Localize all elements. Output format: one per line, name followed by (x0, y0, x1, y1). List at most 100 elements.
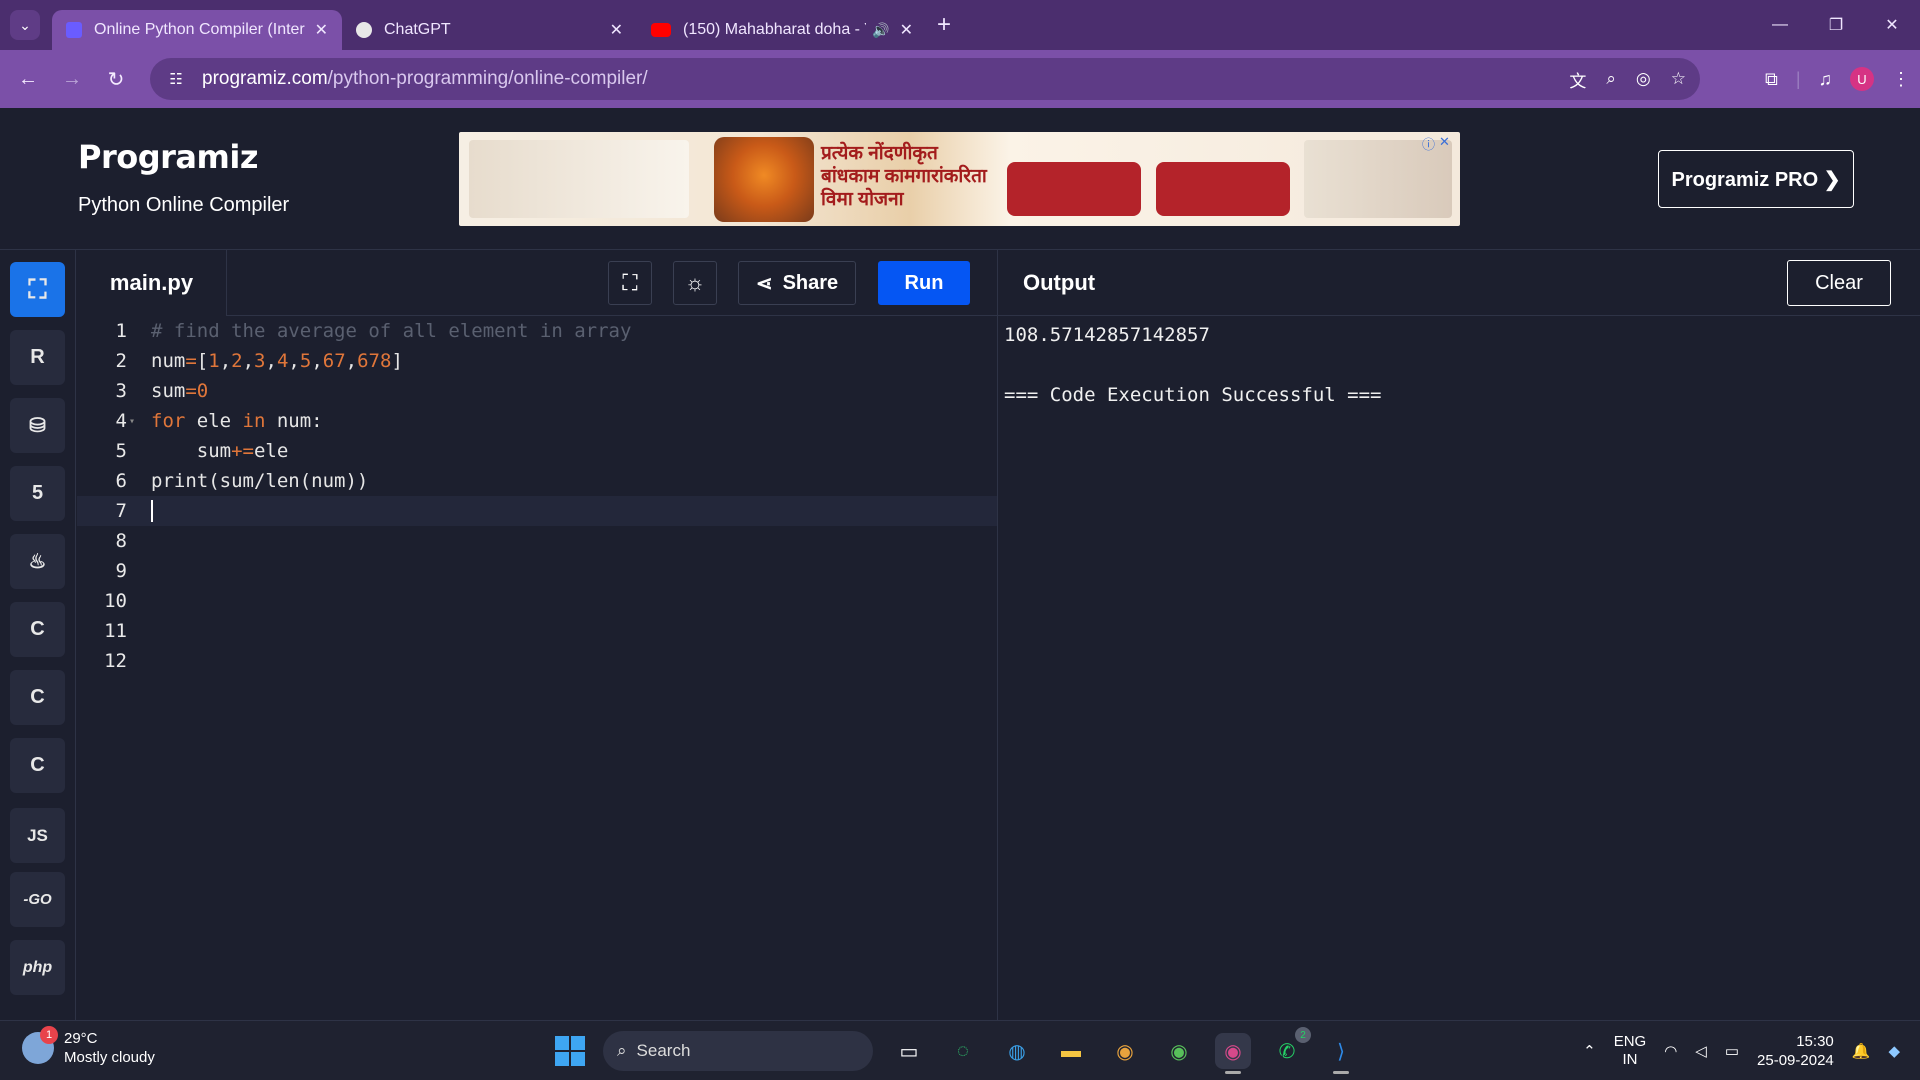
close-tab-icon[interactable]: ✕ (900, 20, 913, 40)
url-text[interactable]: programiz.com/python-programming/online-… (202, 68, 648, 90)
task-view-icon[interactable]: ▭ (891, 1033, 927, 1069)
media-control-icon[interactable]: ♫ (1819, 69, 1833, 90)
battery-icon[interactable]: ▭ (1725, 1042, 1739, 1060)
programiz-pro-button[interactable]: Programiz PRO ❯ (1658, 150, 1854, 208)
lang-js[interactable]: JS (10, 808, 65, 863)
line-number: 11 (104, 620, 127, 642)
file-explorer-icon[interactable]: ▬ (1053, 1033, 1089, 1069)
lang-cpp[interactable]: C (10, 670, 65, 725)
speaker-icon[interactable]: 🔊 (872, 22, 889, 39)
run-button[interactable]: Run (878, 261, 970, 305)
lang-java[interactable]: ♨ (10, 534, 65, 589)
volume-icon[interactable]: ◁ (1695, 1042, 1707, 1060)
lang-csharp[interactable]: C (10, 738, 65, 793)
new-tab-button[interactable]: + (937, 11, 951, 39)
address-bar[interactable]: ☷ programiz.com/python-programming/onlin… (150, 58, 1700, 100)
code-line: 12 (77, 646, 997, 676)
language-indicator[interactable]: ENG IN (1614, 1033, 1647, 1069)
code-text: # find the average of all element in arr… (151, 320, 632, 342)
code-area[interactable]: 1 # find the average of all element in ar… (77, 316, 997, 1020)
eye-off-icon[interactable]: ◎ (1636, 69, 1651, 89)
cloud-icon: 1 (22, 1026, 58, 1064)
back-icon[interactable]: ← (8, 59, 48, 99)
lang-python[interactable]: ⛶ (10, 262, 65, 317)
cpp-icon: C (30, 686, 45, 708)
taskbar-search[interactable]: ⌕ Search (603, 1031, 873, 1071)
chevron-down-icon: ⌄ (19, 16, 31, 33)
code-line: 10 (77, 586, 997, 616)
programiz-logo[interactable]: Programiz (78, 138, 258, 176)
go-icon: -GO (23, 891, 52, 908)
weather-widget[interactable]: 1 29°C Mostly cloudy (22, 1026, 155, 1067)
notification-bell-icon[interactable]: 🔔 (1852, 1042, 1871, 1060)
extensions-icon[interactable]: ⧉ (1765, 69, 1778, 90)
lang-c[interactable]: C (10, 602, 65, 657)
window-controls: — ❐ ✕ (1752, 0, 1920, 50)
lang-html[interactable]: 5 (10, 466, 65, 521)
close-tab-icon[interactable]: ✕ (610, 20, 623, 40)
restore-icon[interactable]: ❐ (1808, 0, 1864, 50)
tab-programiz[interactable]: Online Python Compiler (Interp ✕ (52, 10, 342, 50)
code-text: for ele in num: (151, 410, 323, 432)
vscode-icon[interactable]: ⟩ (1323, 1033, 1359, 1074)
clear-button[interactable]: Clear (1787, 260, 1891, 306)
clock[interactable]: 15:30 25-09-2024 (1757, 1032, 1834, 1070)
edge-icon[interactable]: ◍ (999, 1033, 1035, 1069)
forward-icon[interactable]: → (52, 59, 92, 99)
share-button[interactable]: ⋖ Share (738, 261, 856, 305)
share-label: Share (782, 271, 839, 294)
tray-chevron-up-icon[interactable]: ⌃ (1583, 1042, 1596, 1060)
minimize-icon[interactable]: — (1752, 0, 1808, 50)
tab-youtube[interactable]: (150) Mahabharat doha - Yo 🔊 ✕ (637, 10, 927, 50)
windows-start-icon[interactable] (555, 1036, 585, 1066)
fold-arrow-icon[interactable]: ▾ (129, 416, 139, 427)
line-number: 12 (104, 650, 127, 672)
toolbar-divider: | (1795, 68, 1801, 89)
windows-taskbar: 1 29°C Mostly cloudy ⌕ Search ▭ ◌ ◍ ▬ ◉ ◉ … (0, 1020, 1920, 1080)
file-tab[interactable]: main.py (77, 250, 227, 316)
search-label: Search (636, 1041, 691, 1060)
chrome-icon[interactable]: ◉ (1107, 1033, 1143, 1069)
bookmark-star-icon[interactable]: ☆ (1671, 69, 1686, 89)
advertisement-banner[interactable]: प्रत्येक नोंदणीकृत बांधकाम कामगारांकरिता… (459, 132, 1460, 226)
copilot-icon[interactable]: ◆ (1888, 1042, 1900, 1060)
fullscreen-button[interactable]: ⛶ (608, 261, 652, 305)
ad-info-icon[interactable]: ⓘ (1422, 134, 1435, 152)
wifi-icon[interactable]: ◠ (1664, 1042, 1677, 1060)
system-tray: ⌃ ENG IN ◠ ◁ ▭ 15:30 25-09-2024 🔔 ◆ (1583, 1029, 1900, 1073)
weather-badge: 1 (40, 1026, 58, 1044)
chrome-profile-icon[interactable]: ◉ (1161, 1033, 1197, 1069)
line-number: 9 (115, 560, 127, 582)
code-line: 1 # find the average of all element in ar… (77, 316, 997, 346)
output-title: Output (1023, 270, 1096, 295)
tab-search-button[interactable]: ⌄ (10, 10, 40, 40)
theme-toggle-button[interactable]: ☼ (673, 261, 717, 305)
clock-time: 15:30 (1796, 1033, 1834, 1050)
tab-chatgpt[interactable]: ChatGPT ✕ (342, 10, 637, 50)
line-number: 2 (115, 350, 127, 372)
close-window-icon[interactable]: ✕ (1864, 0, 1920, 50)
lang-php[interactable]: php (10, 940, 65, 995)
whatsapp-icon[interactable]: ✆ 2 (1269, 1027, 1311, 1069)
java-icon: ♨ (28, 551, 47, 573)
site-info-icon[interactable]: ☷ (160, 70, 192, 88)
lang-r[interactable]: R (10, 330, 65, 385)
code-line: 3 sum=0 (77, 376, 997, 406)
php-icon: php (22, 958, 53, 976)
zoom-icon[interactable]: ⌕ (1606, 69, 1616, 89)
profile-avatar[interactable]: U (1850, 67, 1874, 91)
lang-sql[interactable]: ⛁ (10, 398, 65, 453)
translate-icon[interactable]: 文 (1569, 67, 1586, 92)
chrome-active-icon[interactable]: ◉ (1215, 1033, 1251, 1074)
reload-icon[interactable]: ↻ (96, 59, 136, 99)
lang-go[interactable]: -GO (10, 872, 65, 927)
menu-kebab-icon[interactable]: ⋮ (1892, 69, 1910, 90)
app-circle-icon[interactable]: ◌ (945, 1033, 981, 1069)
close-tab-icon[interactable]: ✕ (315, 20, 328, 40)
code-line: 8 (77, 526, 997, 556)
code-line: 6 print(sum/len(num)) (77, 466, 997, 496)
output-console-text[interactable]: 108.57142857142857 === Code Execution Su… (1004, 320, 1382, 410)
ad-worker-image (714, 137, 814, 222)
ad-close-icon[interactable]: ✕ (1439, 134, 1450, 152)
code-line: 4 ▾ for ele in num: (77, 406, 997, 436)
